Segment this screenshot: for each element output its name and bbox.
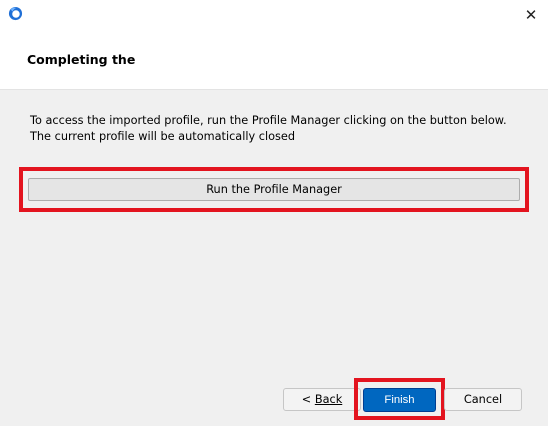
title-bar: ✕ (0, 0, 548, 29)
description-text: To access the imported profile, run the … (30, 114, 507, 143)
finish-highlight: Finish (354, 378, 445, 420)
app-logo-icon (8, 6, 23, 21)
back-button-prefix: < (301, 393, 315, 406)
header-divider (0, 89, 548, 90)
back-button[interactable]: < Back (283, 388, 361, 411)
close-icon[interactable]: ✕ (514, 0, 548, 29)
page-title: Completing the (27, 52, 136, 67)
run-profile-manager-highlight: Run the Profile Manager (19, 167, 529, 212)
wizard-header: Completing the (0, 29, 548, 89)
back-button-label: Back (314, 393, 343, 406)
finish-button[interactable]: Finish (363, 388, 436, 412)
run-profile-manager-button[interactable]: Run the Profile Manager (28, 178, 520, 201)
cancel-button[interactable]: Cancel (444, 388, 522, 411)
